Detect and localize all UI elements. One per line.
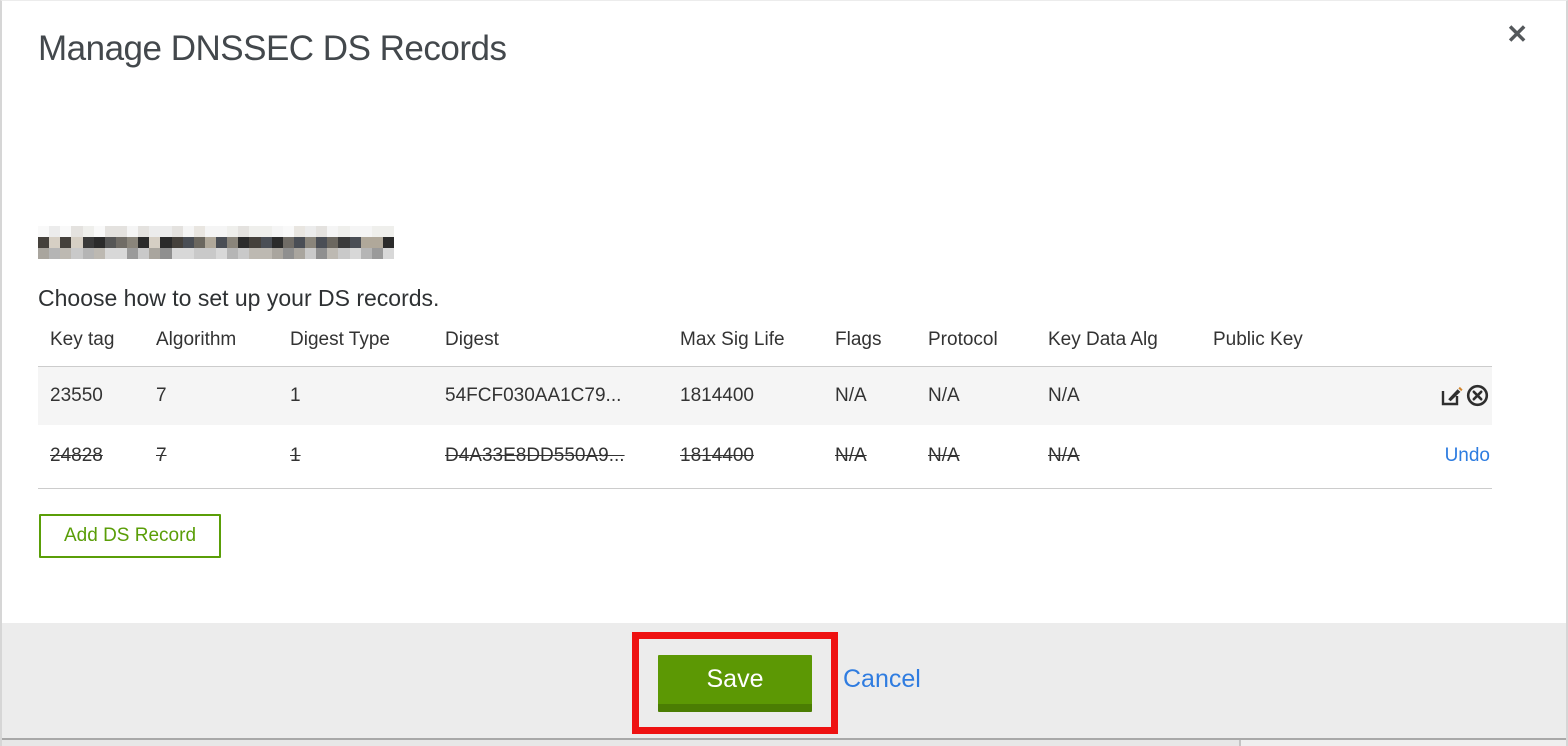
save-button[interactable]: Save [658,654,812,712]
cell-max-sig-life: 1814400 [680,384,754,406]
cell-max-sig-life: 1814400 [680,445,754,467]
col-header-digest: Digest [445,329,499,350]
cancel-link[interactable]: Cancel [843,665,921,694]
undo-link[interactable]: Undo [1445,445,1490,466]
cell-key-tag: 24828 [50,445,103,467]
col-header-actions [1411,329,1492,367]
ds-records-table: Key tag Algorithm Digest Type Digest Max… [38,329,1492,489]
table-header-row: Key tag Algorithm Digest Type Digest Max… [38,329,1492,367]
modal-footer: Save Cancel [2,623,1566,740]
table-row: 23550 7 1 54FCF030AA1C79... 1814400 N/A … [38,366,1492,425]
add-ds-record-button[interactable]: Add DS Record [39,514,222,558]
cell-digest-type: 1 [290,445,301,467]
red-highlight-annotation: Save [632,632,838,734]
cell-digest: D4A33E8DD550A9... [445,445,625,467]
col-header-key-tag: Key tag [50,329,115,350]
bottom-strip-right [1241,740,1566,746]
table-row-deleted: 24828 7 1 D4A33E8DD550A9... 1814400 N/A … [38,424,1492,489]
cell-protocol: N/A [928,384,960,406]
redacted-domain-name [38,226,394,259]
col-header-public-key: Public Key [1213,329,1303,350]
col-header-digest-type: Digest Type [290,329,390,350]
col-header-flags: Flags [835,329,882,350]
col-header-protocol: Protocol [928,329,998,350]
cell-key-tag: 23550 [50,384,103,406]
cell-protocol: N/A [928,445,960,467]
cell-key-data-alg: N/A [1048,445,1080,467]
cell-flags: N/A [835,384,867,406]
manage-dnssec-modal: { "modal": { "title": "Manage DNSSEC DS … [0,0,1568,746]
cell-flags: N/A [835,445,867,467]
page-bottom-strip [2,738,1566,746]
col-header-key-data-alg: Key Data Alg [1048,329,1158,350]
cell-digest: 54FCF030AA1C79... [445,384,622,406]
instructions-text: Choose how to set up your DS records. [38,285,440,311]
cell-key-data-alg: N/A [1048,384,1080,406]
delete-record-icon[interactable] [1465,383,1490,408]
cell-algorithm: 7 [156,384,167,406]
page-title: Manage DNSSEC DS Records [38,29,507,68]
col-header-max-sig-life: Max Sig Life [680,329,785,350]
col-header-algorithm: Algorithm [156,329,237,350]
bottom-strip-divider [1239,740,1241,746]
close-icon[interactable]: ✕ [1506,21,1528,47]
cell-algorithm: 7 [156,445,167,467]
edit-record-icon[interactable] [1439,383,1464,408]
cell-digest-type: 1 [290,384,301,406]
